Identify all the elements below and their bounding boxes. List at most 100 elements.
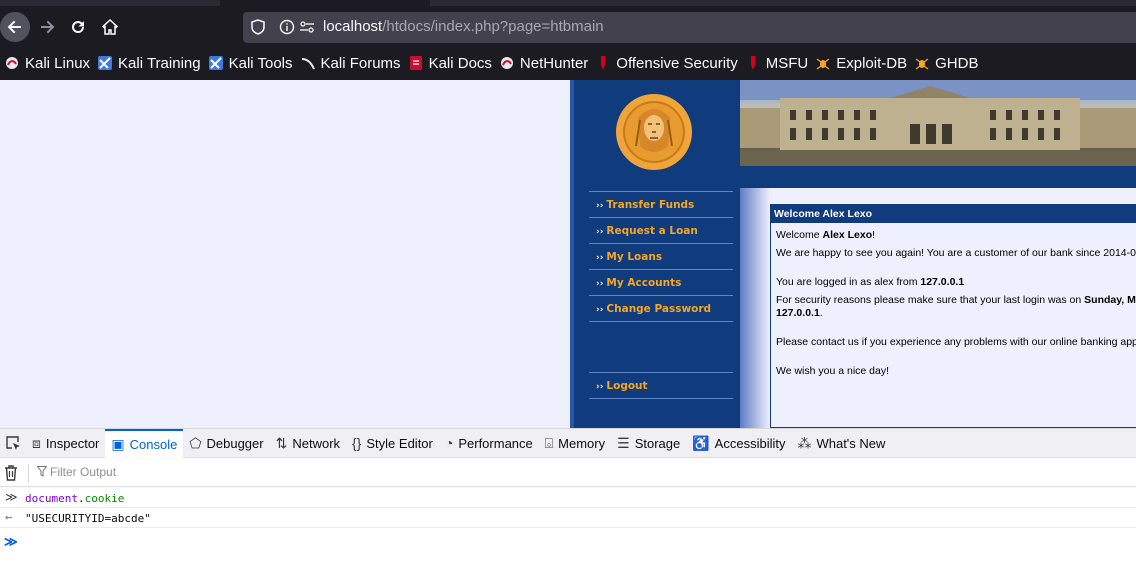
style-editor-icon: {} [352,435,362,451]
tab-console[interactable]: ▣ Console [105,428,184,458]
arrow-left-icon [7,20,21,34]
bookmark-nethunter[interactable]: NetHunter [500,55,588,72]
url-text[interactable]: localhost/htdocs/index.php?page=htbmain [323,18,604,35]
menu-divider [589,191,733,192]
menu-logout[interactable]: ›› Logout [596,380,648,392]
bookmark-exploit-db[interactable]: Exploit-DB [816,55,907,72]
tab-label: Memory [558,435,606,451]
menu-my-loans[interactable]: ›› My Loans [596,251,662,263]
tab-storage[interactable]: ☰ Storage [611,429,686,458]
security-ip: 127.0.0.1 [776,307,820,319]
reload-button[interactable] [63,12,93,42]
menu-label: Change Password [606,303,712,315]
back-button[interactable] [0,12,30,42]
bookmark-label: Kali Training [118,54,201,72]
bookmark-label: Kali Linux [25,54,91,72]
chevron-right-icon: ›› [596,227,604,237]
tab-performance[interactable]: ◔ Performance [439,429,539,458]
inspector-icon: ⧈ [32,434,41,451]
tab-whats-new[interactable]: ⁂ What's New [791,429,891,458]
bookmark-msfu[interactable]: MSFU [746,54,809,72]
bookmark-label: Kali Forums [320,54,401,72]
kali-docs-icon [409,56,423,70]
bookmark-kali-linux[interactable]: Kali Linux [5,55,90,72]
tab-label: Console [129,436,178,452]
filter-icon [36,466,48,480]
ghdb-icon [915,56,929,70]
bookmark-label: Offensive Security [616,54,738,72]
bank-site: ›› Transfer Funds ›› Request a Loan ›› My L… [570,80,1136,428]
tab-accessibility[interactable]: ♿ Accessibility [686,429,791,458]
tab-memory[interactable]: ⌺ Memory [539,429,611,458]
bookmark-ghdb[interactable]: GHDB [915,55,978,72]
site-sidebar: ›› Transfer Funds ›› Request a Loan ›› My L… [570,80,740,428]
menu-divider [589,321,733,322]
tab-debugger[interactable]: ⬠ Debugger [183,429,269,458]
menu-transfer-funds[interactable]: ›› Transfer Funds [596,199,694,211]
tab-label: Storage [634,435,681,451]
url-path: /htdocs/index.php?page=htbmain [382,18,604,35]
bookmark-label: MSFU [765,54,809,72]
customer-line: We are happy to see you again! You are a… [776,247,1136,259]
palace-banner-image [740,80,1136,166]
kali-forums-icon [301,56,315,70]
bookmark-offensive-security[interactable]: Offensive Security [596,54,738,72]
permissions-icon[interactable] [299,19,315,39]
console-output: ≫ document.cookie ← "USECURITYID=abcde" … [0,488,1136,587]
tab-inspector[interactable]: ⧈ Inspector [26,429,105,458]
greeting-prefix: Welcome [776,229,823,241]
bookmark-label: NetHunter [519,54,589,72]
trash-icon[interactable] [4,465,18,484]
bookmark-kali-docs[interactable]: Kali Docs [409,55,492,72]
bookmark-label: GHDB [935,54,979,72]
content-shadow [740,188,770,428]
greeting-suffix: ! [872,229,876,241]
chevrons-right-icon: ≫ [5,490,18,504]
accessibility-icon: ♿ [692,434,710,451]
menu-divider [589,217,733,218]
tab-style-editor[interactable]: {} Style Editor [346,429,439,458]
menu-divider [589,269,733,270]
kali-tools-icon [208,56,223,70]
menu-change-password[interactable]: ›› Change Password [596,303,711,315]
memory-icon: ⌺ [544,434,554,451]
tab-label: Style Editor [366,435,433,451]
contact-line: Please contact us if you experience any … [776,336,1136,348]
filter-output-input[interactable] [50,465,350,479]
url-bar[interactable]: localhost/htdocs/index.php?page=htbmain [243,12,1136,43]
page-viewport: ›› Transfer Funds ›› Request a Loan ›› My L… [0,80,1136,428]
browser-chrome: localhost/htdocs/index.php?page=htbmain … [0,0,1136,80]
chevron-right-icon: ›› [596,382,604,392]
console-input[interactable] [25,533,1025,546]
user-name: Alex Lexo [822,229,873,241]
menu-request-loan[interactable]: ›› Request a Loan [596,225,698,237]
bookmark-kali-tools[interactable]: Kali Tools [208,55,293,72]
banner-strip [740,166,1136,188]
console-icon: ▣ [111,435,125,452]
msfu-icon [746,56,760,70]
security-line: For security reasons please make sure th… [776,294,1136,320]
forward-button[interactable] [32,12,62,42]
toolbar-separator [28,464,29,482]
bookmark-kali-forums[interactable]: Kali Forums [301,55,401,72]
arrow-right-icon [41,20,55,34]
code-dot: . [77,492,85,505]
home-button[interactable] [95,12,125,42]
tab-label: Accessibility [714,435,786,451]
element-picker-button[interactable] [0,429,26,458]
chevron-right-icon: ›› [596,305,604,315]
exploitdb-icon [816,56,830,70]
info-icon[interactable] [279,19,295,39]
bookmark-kali-training[interactable]: Kali Training [98,55,201,72]
console-prompt-icon: ≫ [4,535,18,550]
shield-icon[interactable] [251,19,265,39]
whats-new-icon: ⁂ [797,434,812,451]
tab-network[interactable]: ⇅ Network [270,429,346,458]
menu-label: Logout [606,380,648,392]
menu-divider [589,295,733,296]
console-filter-bar [0,459,1136,487]
menu-my-accounts[interactable]: ›› My Accounts [596,277,681,289]
chevron-right-icon: ›› [596,253,604,263]
tab-label: Debugger [206,435,264,451]
console-result-entry: ← "USECURITYID=abcde" [0,508,1136,528]
